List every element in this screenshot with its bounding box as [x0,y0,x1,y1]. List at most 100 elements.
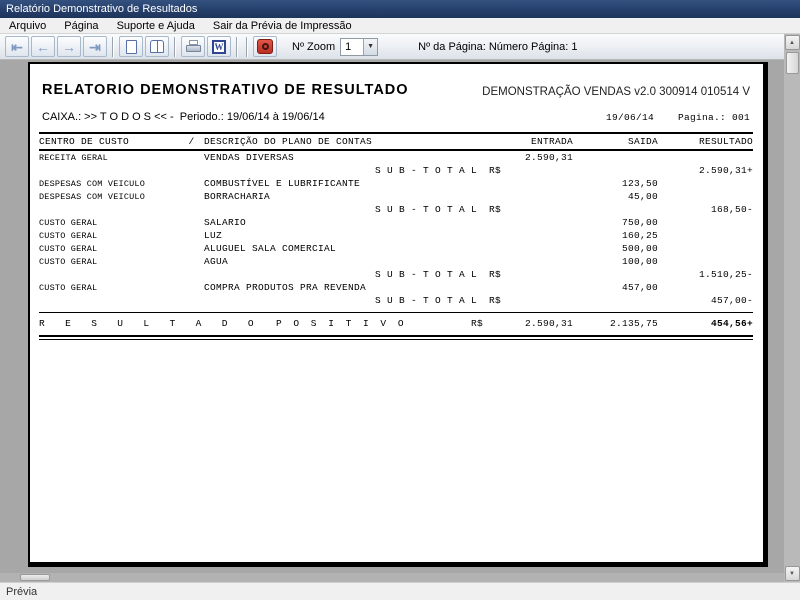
cell-centro-de-custo: CUSTO GERAL [39,244,179,254]
subtotal-row: S U B - T O T A L R$ 2.590,31+ [39,164,753,177]
vertical-scrollbar[interactable]: ▲ ▼ [784,34,800,582]
cell-saida: 160,25 [573,230,658,241]
scroll-up-icon[interactable]: ▲ [785,35,800,50]
cell-descricao: SALARIO [204,217,488,228]
zoom-dropdown[interactable]: 1 ▼ [340,38,378,56]
menu-bar: Arquivo Página Suporte e Ajuda Sair da P… [0,18,800,34]
cell-saida: 457,00 [573,282,658,293]
table-header-row: CENTRO DE CUSTO / DESCRIÇÃO DO PLANO DE … [39,134,753,149]
cell-centro-de-custo: CUSTO GERAL [39,283,179,293]
cell-descricao: LUZ [204,230,488,241]
subtotal-label: S U B - T O T A L R$ [39,165,573,176]
cell-centro-de-custo: CUSTO GERAL [39,218,179,228]
printer-icon [186,40,201,53]
subtotal-value: 457,00- [658,295,753,306]
first-page-button[interactable]: ⇤ [5,36,29,57]
table-row: RECEITA GERALVENDAS DIVERSAS2.590,31 [39,151,753,164]
subtotal-label: S U B - T O T A L R$ [39,204,573,215]
toolbar: ⇤ ← → ⇥ [0,34,784,60]
table-double-rule [39,335,753,340]
table-row: CUSTO GERAL COMPRA PRODUTOS PRA REVENDA 45… [39,281,753,294]
menu-arquivo[interactable]: Arquivo [0,18,55,33]
cell-centro-de-custo: CUSTO GERAL [39,231,179,241]
cell-centro-de-custo: DESPESAS COM VEICULO [39,192,179,202]
result-label: R E S U L T A D O [39,318,257,329]
header-centro-de-custo: CENTRO DE CUSTO [39,136,179,147]
export-word-button[interactable]: W [207,36,231,57]
menu-suporte-e-ajuda[interactable]: Suporte e Ajuda [108,18,204,33]
cell-centro-de-custo: RECEITA GERAL [39,153,179,163]
next-page-icon: → [62,40,76,54]
horizontal-scrollbar[interactable] [0,573,784,582]
preview-area: RELATORIO DEMONSTRATIVO DE RESULTADO DEM… [0,60,784,573]
cell-saida: 123,50 [573,178,658,189]
cell-descricao: COMPRA PRODUTOS PRA REVENDA [204,282,488,293]
menu-sair-da-previa[interactable]: Sair da Prévia de Impressão [204,18,361,33]
cell-descricao: AGUA [204,256,488,267]
power-exit-icon [257,39,273,54]
toolbar-separator [236,37,238,57]
report-date-page: 19/06/14 Pagina.: 001 [606,112,750,123]
next-page-button[interactable]: → [57,36,81,57]
subtotal-value: 168,50- [658,204,753,215]
result-row: R E S U L T A D O P O S I T I V O R$ 2.5… [39,317,753,332]
report-page: RELATORIO DEMONSTRATIVO DE RESULTADO DEM… [28,62,768,567]
application-window: Relatório Demonstrativo de Resultados Ar… [0,0,800,600]
single-page-view-button[interactable] [119,36,143,57]
table-row: CUSTO GERAL LUZ 160,25 [39,229,753,242]
book-icon [150,40,164,53]
result-saida-total: 2.135,75 [610,318,658,329]
table-row: DESPESAS COM VEICULOCOMBUSTÍVEL E LUBRIF… [39,177,753,190]
chevron-down-icon[interactable]: ▼ [363,39,377,55]
two-page-view-button[interactable] [145,36,169,57]
last-page-icon: ⇥ [89,40,101,54]
window-title: Relatório Demonstrativo de Resultados [6,3,197,15]
exit-preview-button[interactable] [253,36,277,57]
scroll-down-icon[interactable]: ▼ [785,566,800,581]
header-slash: / [179,136,204,147]
first-page-icon: ⇤ [11,40,23,54]
last-page-button[interactable]: ⇥ [83,36,107,57]
toolbar-separator [174,37,176,57]
cell-centro-de-custo: DESPESAS COM VEICULO [39,179,179,189]
menu-pagina[interactable]: Página [55,18,107,33]
cell-descricao: ALUGUEL SALA COMERCIAL [204,243,488,254]
table-row: CUSTO GERAL SALARIO 750,00 [39,216,753,229]
zoom-label: Nº Zoom [292,41,335,53]
title-bar[interactable]: Relatório Demonstrativo de Resultados [0,0,800,18]
header-entrada: ENTRADA [488,136,573,147]
cell-descricao: VENDAS DIVERSAS [204,152,488,163]
status-text: Prévia [6,586,37,598]
subtotal-row: S U B - T O T A L R$ 168,50- [39,203,753,216]
report-table-body: RECEITA GERALVENDAS DIVERSAS2.590,31S U … [39,151,753,307]
cell-saida: 750,00 [573,217,658,228]
print-button[interactable] [181,36,205,57]
subtotal-value: 1.510,25- [658,269,753,280]
table-row: CUSTO GERALAGUA100,00 [39,255,753,268]
report-title: RELATORIO DEMONSTRATIVO DE RESULTADO [42,82,409,98]
header-saida: SAIDA [573,136,658,147]
cell-saida: 45,00 [573,191,658,202]
status-bar: Prévia [0,582,800,600]
result-final-value: 454,56+ [711,318,753,329]
header-resultado: RESULTADO [658,136,753,147]
subtotal-label: S U B - T O T A L R$ [39,269,573,280]
cell-descricao: BORRACHARIA [204,191,488,202]
table-row: CUSTO GERAL ALUGUEL SALA COMERCIAL 500,00 [39,242,753,255]
toolbar-separator [112,37,114,57]
cell-saida: 500,00 [573,243,658,254]
result-status: P O S I T I V O [276,318,407,329]
toolbar-separator [246,37,248,57]
table-row: DESPESAS COM VEICULO BORRACHARIA 45,00 [39,190,753,203]
cell-saida: 100,00 [573,256,658,267]
subtotal-row: S U B - T O T A L R$ 457,00- [39,294,753,307]
previous-page-button[interactable]: ← [31,36,55,57]
horizontal-scrollbar-thumb[interactable] [20,574,50,581]
page-number-info: Nº da Página: Número Página: 1 [418,41,577,53]
vertical-scrollbar-thumb[interactable] [786,52,799,74]
header-descricao: DESCRIÇÃO DO PLANO DE CONTAS [204,136,488,147]
result-currency: R$ [471,318,483,329]
zoom-value: 1 [341,41,363,53]
subtotal-label: S U B - T O T A L R$ [39,295,573,306]
subtotal-value: 2.590,31+ [658,165,753,176]
